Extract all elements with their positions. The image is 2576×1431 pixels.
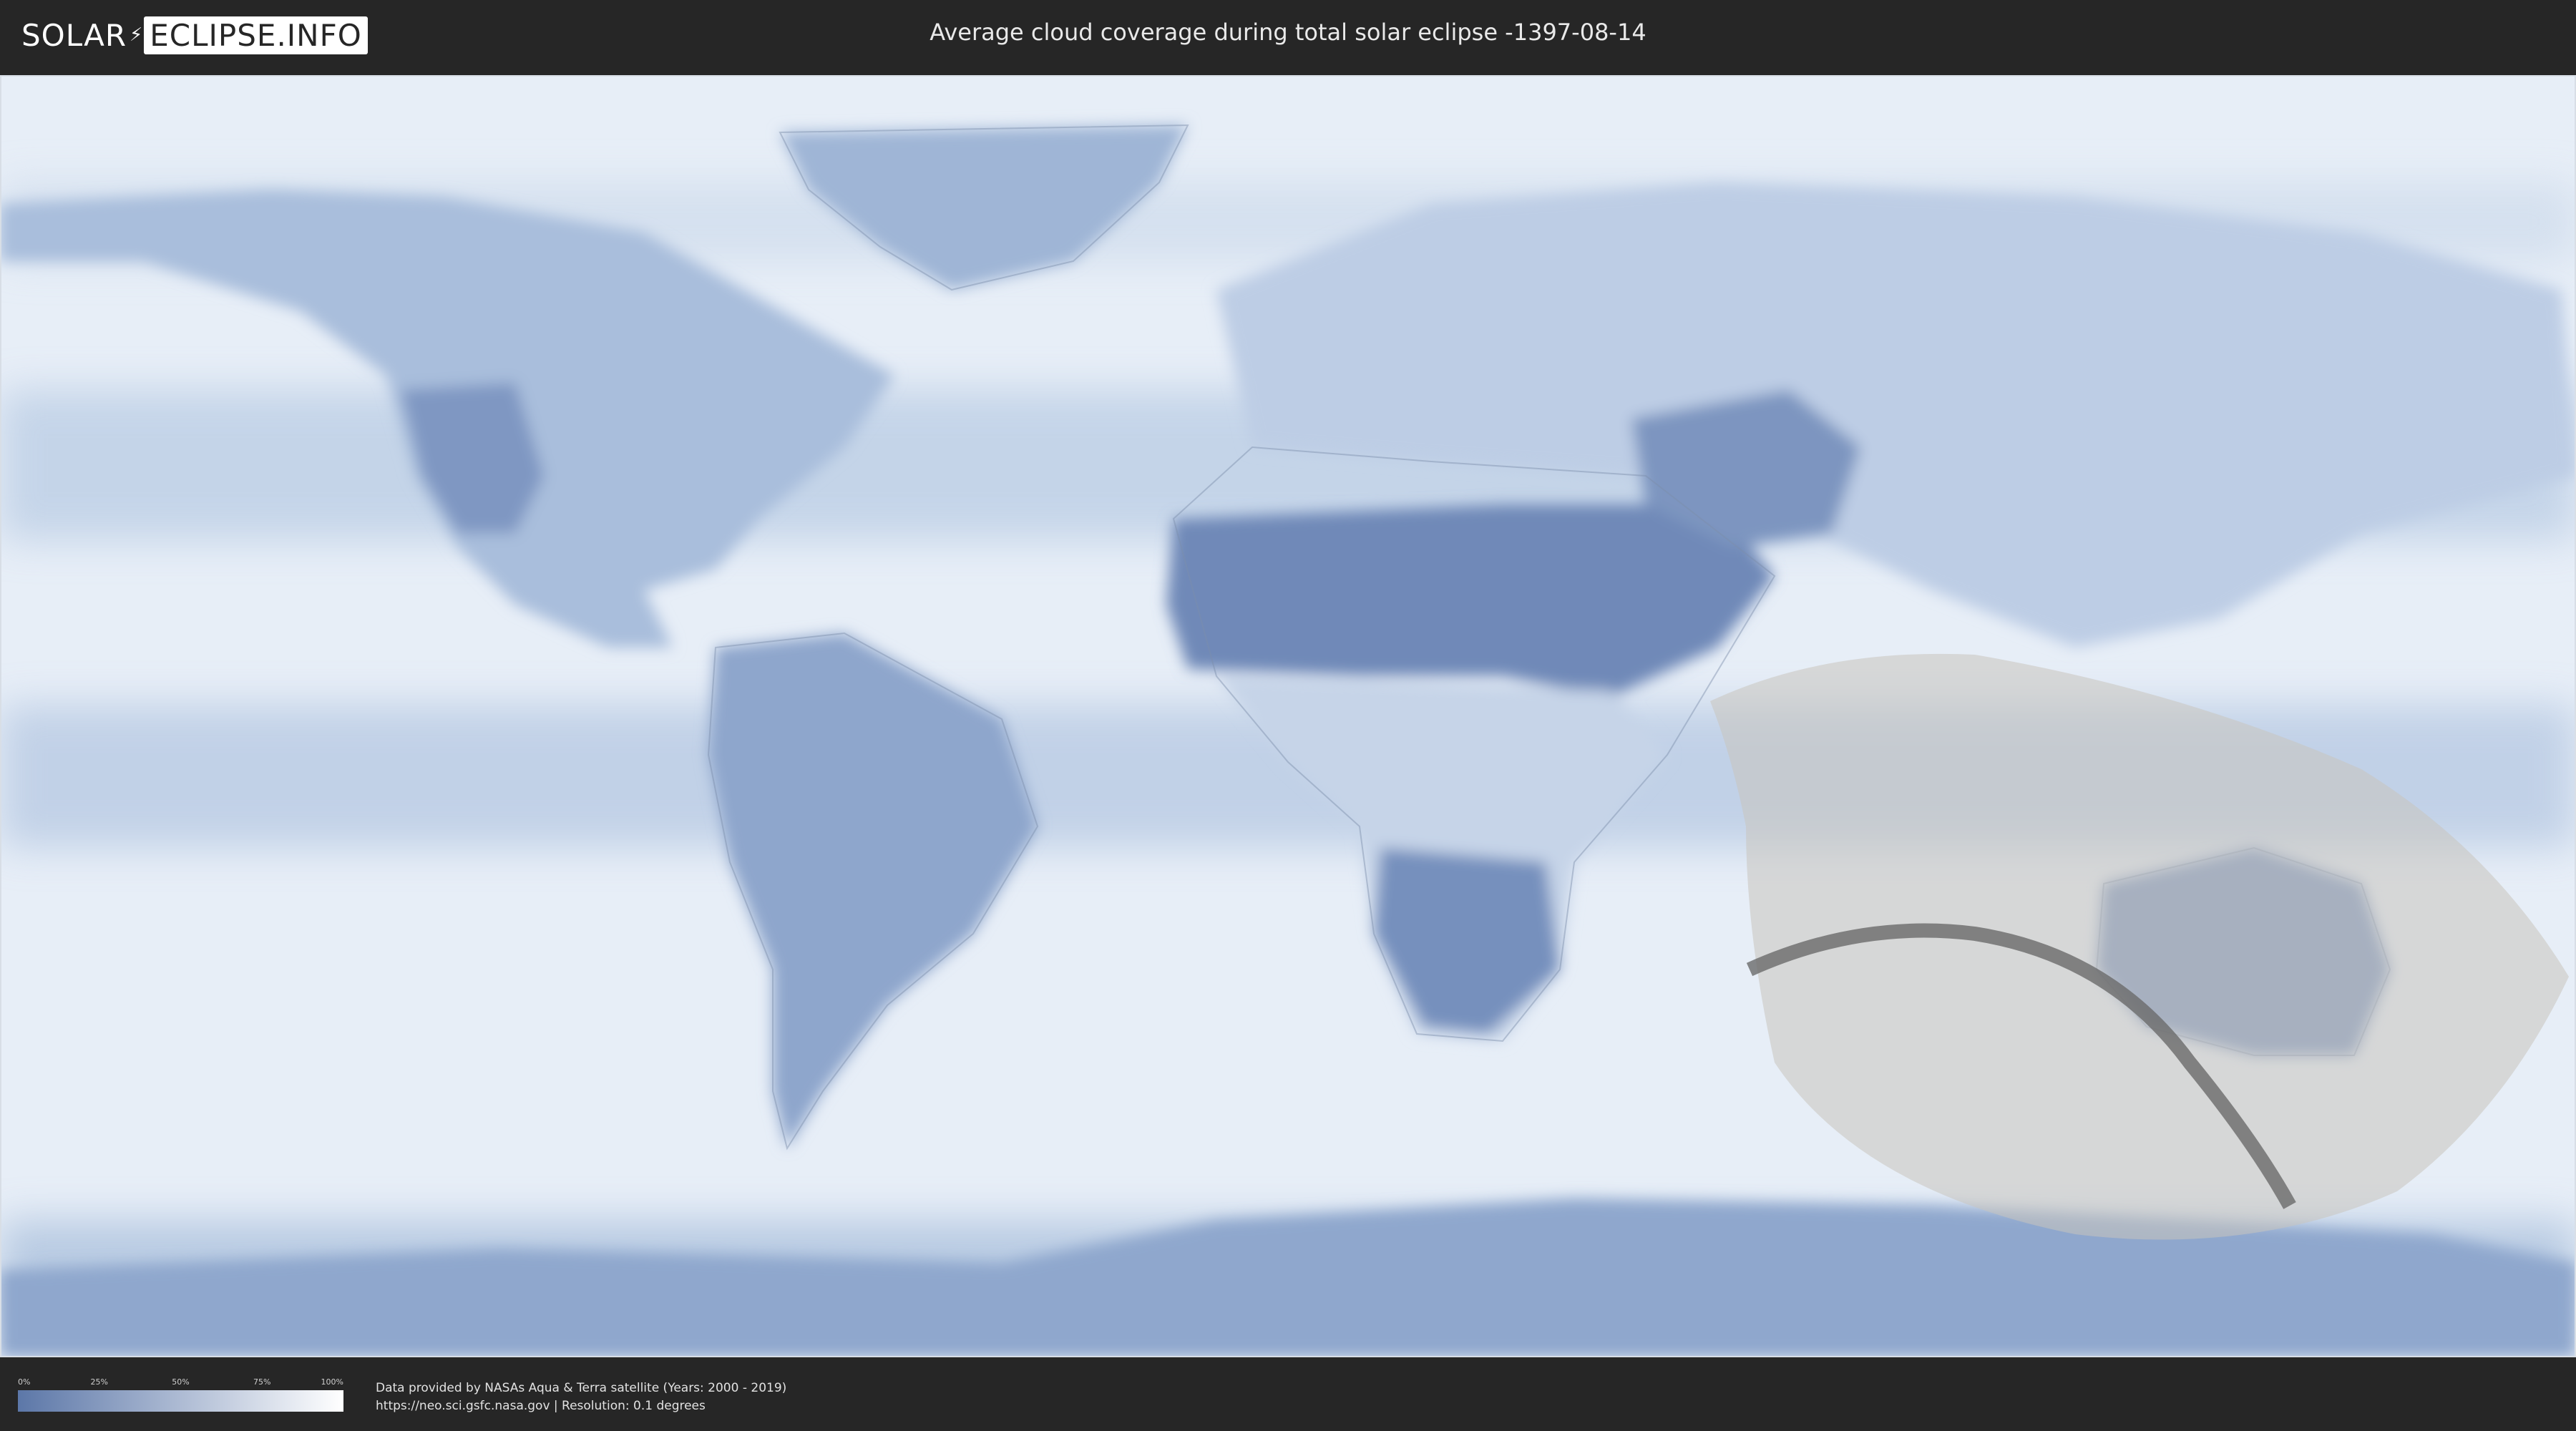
header-bar: SOLAR ⚡ ECLIPSE.INFO Average cloud cover… — [0, 0, 2576, 72]
legend-tick-25: 25% — [90, 1377, 108, 1387]
cloud-coverage-legend: 0% 25% 50% 75% 100% — [18, 1377, 343, 1412]
page-title: Average cloud coverage during total sola… — [930, 19, 1646, 46]
cloud-coverage-map — [0, 75, 2576, 1357]
data-credits: Data provided by NASAs Aqua & Terra sate… — [376, 1379, 786, 1415]
legend-tick-50: 50% — [172, 1377, 190, 1387]
legend-gradient-bar — [18, 1390, 343, 1412]
legend-tick-75: 75% — [253, 1377, 271, 1387]
legend-ticks: 0% 25% 50% 75% 100% — [18, 1377, 343, 1387]
legend-tick-0: 0% — [18, 1377, 31, 1387]
credits-source: Data provided by NASAs Aqua & Terra sate… — [376, 1381, 787, 1395]
legend-tick-100: 100% — [321, 1377, 343, 1387]
credits-url[interactable]: https://neo.sci.gsfc.nasa.gov | Resoluti… — [376, 1397, 786, 1415]
